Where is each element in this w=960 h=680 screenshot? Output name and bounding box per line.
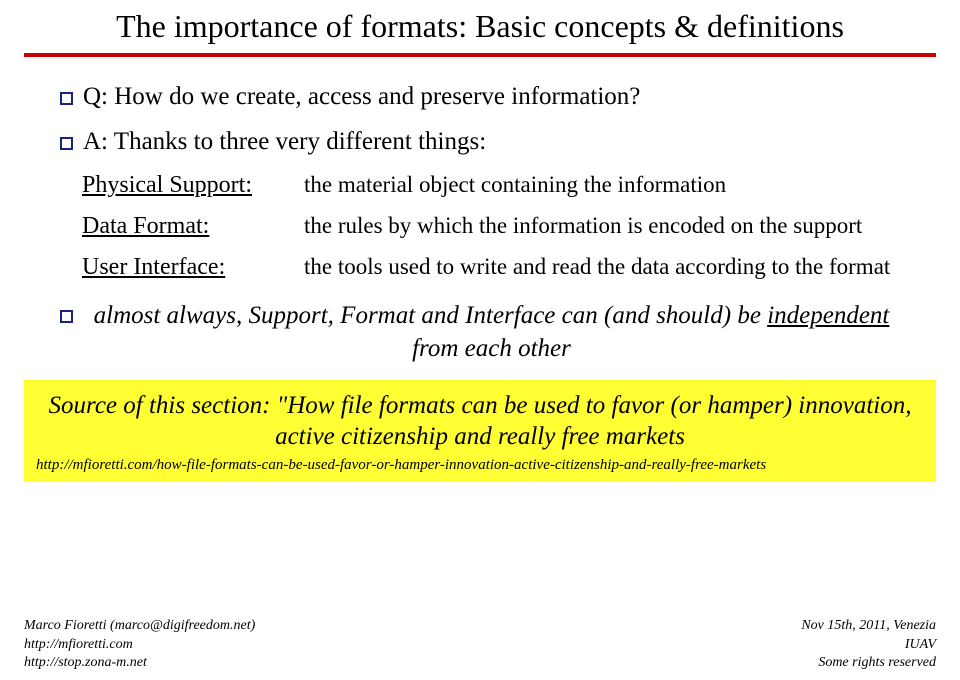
def-desc: the tools used to write and read the dat… bbox=[304, 254, 900, 281]
footer-rights: Some rights reserved bbox=[801, 654, 936, 672]
footer-site1: http://mfioretti.com bbox=[24, 636, 255, 654]
footer: Marco Fioretti (marco@digifreedom.net) h… bbox=[24, 617, 936, 672]
emphasis-underlined: independent bbox=[767, 302, 889, 329]
footer-venue: IUAV bbox=[801, 636, 936, 654]
def-term: User Interface: bbox=[82, 254, 282, 281]
emphasis-pre: almost always, Support, Format and Inter… bbox=[94, 302, 768, 329]
emphasis-text: almost always, Support, Format and Inter… bbox=[83, 299, 900, 367]
bullet-icon bbox=[60, 137, 73, 150]
bullet-icon bbox=[60, 92, 73, 105]
slide-body: Q: How do we create, access and preserve… bbox=[0, 57, 960, 366]
answer-bullet: A: Thanks to three very different things… bbox=[60, 126, 900, 157]
source-url: http://mfioretti.com/how-file-formats-ca… bbox=[36, 457, 924, 474]
definitions-grid: Physical Support: the material object co… bbox=[82, 172, 900, 281]
footer-right: Nov 15th, 2011, Venezia IUAV Some rights… bbox=[801, 617, 936, 672]
def-term: Data Format: bbox=[82, 213, 282, 240]
emphasis-post: from each other bbox=[412, 335, 571, 362]
bullet-icon bbox=[60, 310, 73, 323]
footer-date: Nov 15th, 2011, Venezia bbox=[801, 617, 936, 635]
source-title: Source of this section: "How file format… bbox=[36, 390, 924, 453]
slide-title: The importance of formats: Basic concept… bbox=[0, 0, 960, 51]
slide: The importance of formats: Basic concept… bbox=[0, 0, 960, 680]
def-desc: the rules by which the information is en… bbox=[304, 213, 900, 240]
footer-site2: http://stop.zona-m.net bbox=[24, 654, 255, 672]
source-highlight: Source of this section: "How file format… bbox=[24, 380, 936, 482]
footer-left: Marco Fioretti (marco@digifreedom.net) h… bbox=[24, 617, 255, 672]
answer-text: A: Thanks to three very different things… bbox=[83, 126, 486, 157]
footer-author: Marco Fioretti (marco@digifreedom.net) bbox=[24, 617, 255, 635]
def-desc: the material object containing the infor… bbox=[304, 172, 900, 199]
question-bullet: Q: How do we create, access and preserve… bbox=[60, 81, 900, 112]
emphasis-bullet: almost always, Support, Format and Inter… bbox=[60, 299, 900, 367]
def-term: Physical Support: bbox=[82, 172, 282, 199]
question-text: Q: How do we create, access and preserve… bbox=[83, 81, 640, 112]
